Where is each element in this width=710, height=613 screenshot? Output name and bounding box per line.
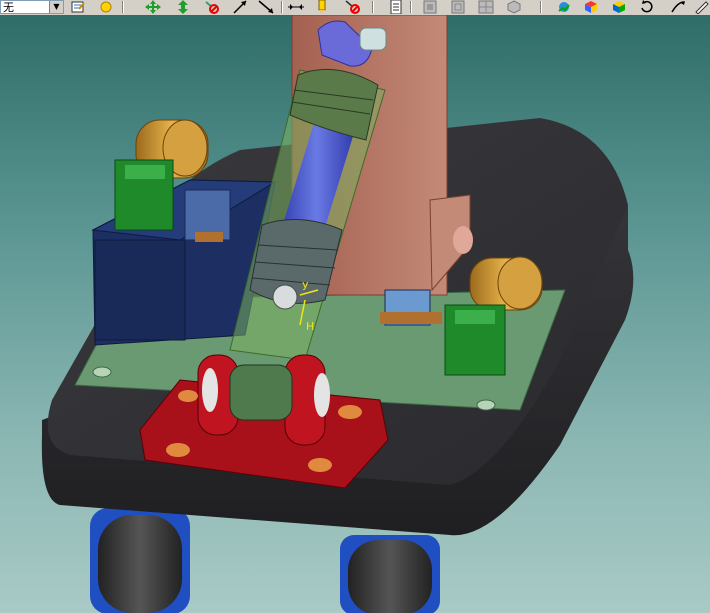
3d-viewport[interactable]: y H	[0, 15, 710, 613]
chevron-down-icon[interactable]: ▼	[49, 1, 63, 13]
toolbar: 无 ▼	[0, 0, 710, 16]
layer-dropdown[interactable]: 无 ▼	[0, 0, 64, 14]
no-entry-icon[interactable]	[345, 0, 361, 14]
toolbar-separator	[281, 1, 283, 13]
render-icon[interactable]	[556, 0, 572, 14]
view-side-icon[interactable]	[450, 0, 466, 14]
layer-properties-icon[interactable]	[70, 0, 86, 14]
toolbar-separator	[540, 1, 542, 13]
triad-label-h: H	[306, 320, 314, 333]
line-tool-icon[interactable]	[258, 0, 274, 14]
bracket-left	[184, 189, 231, 242]
pencil-icon[interactable]	[694, 0, 710, 14]
wheel-left	[90, 508, 190, 613]
zoom-arrows-icon[interactable]	[175, 0, 191, 14]
light-bulb-icon[interactable]	[98, 0, 114, 14]
dimension-arrow-icon[interactable]	[288, 0, 304, 14]
cube-icon[interactable]	[583, 0, 599, 14]
3d-model-scene[interactable]: y H	[0, 15, 710, 613]
shaded-cube-icon[interactable]	[611, 0, 627, 14]
sketch-icon[interactable]	[670, 0, 686, 14]
green-motor-left	[114, 159, 174, 231]
triad-label-y: y	[302, 278, 309, 291]
layer-dropdown-value: 无	[3, 1, 14, 14]
toolbar-separator	[410, 1, 412, 13]
arrow-tool-icon[interactable]	[232, 0, 248, 14]
pan-icon[interactable]	[145, 0, 161, 14]
pencil-icon[interactable]	[314, 0, 330, 14]
toolbar-separator	[122, 1, 124, 13]
green-motor-right	[444, 304, 506, 376]
wheel-right	[340, 535, 440, 613]
toolbar-separator	[372, 1, 374, 13]
view-grid-icon[interactable]	[478, 0, 494, 14]
rotate-icon[interactable]	[639, 0, 655, 14]
document-icon[interactable]	[388, 0, 404, 14]
view-front-icon[interactable]	[422, 0, 438, 14]
view-iso-icon[interactable]	[506, 0, 522, 14]
no-entry-icon[interactable]	[204, 0, 220, 14]
motor-gear-right	[469, 256, 543, 311]
